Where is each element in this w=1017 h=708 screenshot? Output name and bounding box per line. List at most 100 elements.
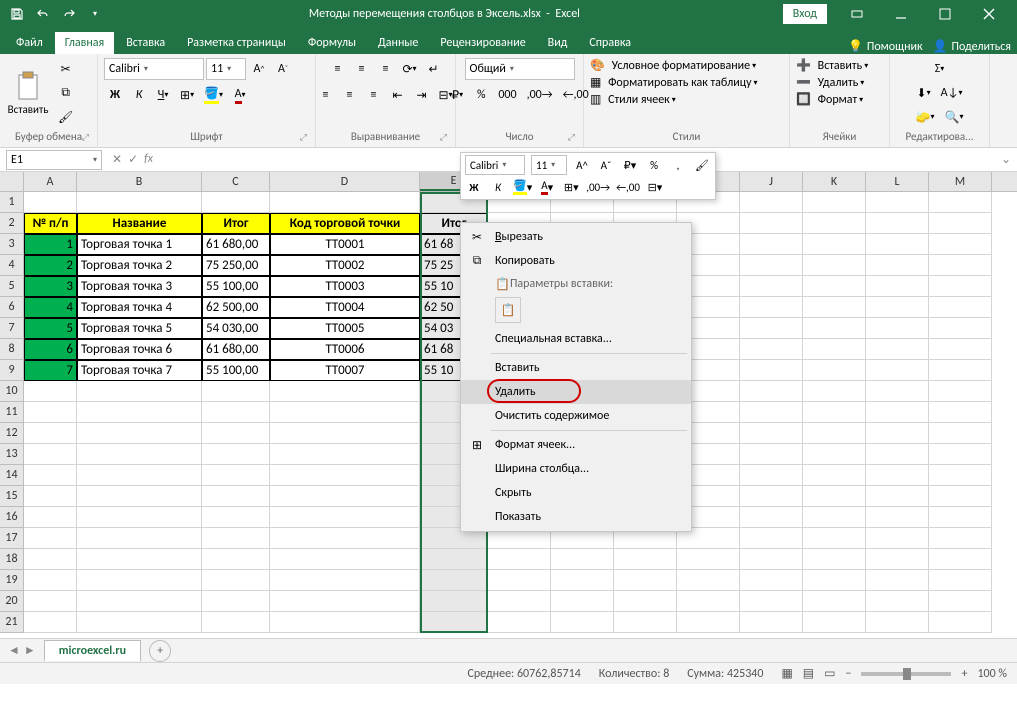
align-center-button[interactable]: ≡ — [338, 84, 360, 106]
cell[interactable] — [614, 549, 677, 570]
cell[interactable]: 54 030,00 — [202, 318, 270, 339]
cell[interactable]: 3 — [24, 276, 77, 297]
cell[interactable] — [740, 360, 803, 381]
cell[interactable]: 61 680,00 — [202, 234, 270, 255]
cell[interactable] — [77, 402, 202, 423]
cell[interactable] — [677, 570, 740, 591]
cell[interactable] — [803, 570, 866, 591]
cell[interactable] — [740, 339, 803, 360]
column-header[interactable]: C — [202, 172, 270, 191]
cell[interactable] — [551, 591, 614, 612]
cell[interactable] — [202, 402, 270, 423]
cell[interactable] — [24, 444, 77, 465]
cell[interactable] — [866, 192, 929, 213]
tab-insert[interactable]: Вставка — [116, 32, 175, 54]
cell[interactable] — [740, 381, 803, 402]
ctx-paste-default[interactable]: 📋 — [495, 297, 521, 323]
cell[interactable] — [866, 297, 929, 318]
row-header[interactable]: 10 — [0, 381, 24, 402]
mini-percent[interactable]: % — [645, 155, 663, 175]
copy-button[interactable]: ⧉ — [54, 82, 77, 104]
align-middle-button[interactable]: ≡ — [350, 58, 372, 80]
cell[interactable]: Итог — [202, 213, 270, 234]
cell[interactable] — [202, 549, 270, 570]
cell[interactable] — [77, 591, 202, 612]
cell[interactable] — [929, 255, 992, 276]
cell[interactable] — [929, 507, 992, 528]
maximize-icon[interactable] — [923, 0, 967, 28]
cell[interactable]: Код торговой точки — [270, 213, 420, 234]
cell[interactable]: 55 100,00 — [202, 360, 270, 381]
cell[interactable] — [740, 297, 803, 318]
cell[interactable] — [488, 591, 551, 612]
cell[interactable]: Торговая точка 4 — [77, 297, 202, 318]
mini-font-combo[interactable]: Calibri▾ — [465, 155, 525, 175]
cell[interactable] — [929, 339, 992, 360]
cell[interactable] — [24, 402, 77, 423]
cell[interactable] — [740, 465, 803, 486]
comma-button[interactable]: 000 — [494, 84, 520, 106]
cell[interactable] — [677, 549, 740, 570]
cell[interactable] — [803, 402, 866, 423]
undo-icon[interactable] — [32, 3, 54, 25]
cell[interactable] — [866, 276, 929, 297]
row-header[interactable]: 15 — [0, 486, 24, 507]
cell[interactable] — [202, 570, 270, 591]
fill-button[interactable]: ⬇▾ — [913, 82, 935, 104]
format-table-button[interactable]: ▦ Форматировать как таблицу▾ — [590, 75, 758, 90]
autosum-button[interactable]: Σ▾ — [929, 58, 951, 80]
cell[interactable] — [740, 549, 803, 570]
cell[interactable] — [803, 255, 866, 276]
tab-formulas[interactable]: Формулы — [298, 32, 366, 54]
cell[interactable] — [929, 402, 992, 423]
cell[interactable]: 1 — [24, 234, 77, 255]
zoom-out-icon[interactable]: − — [845, 667, 851, 681]
cell[interactable] — [803, 465, 866, 486]
cell[interactable] — [24, 612, 77, 633]
cell[interactable] — [420, 612, 488, 633]
cell[interactable] — [551, 570, 614, 591]
mini-currency[interactable]: ₽▾ — [621, 155, 639, 175]
orientation-button[interactable]: ⟳▾ — [398, 58, 420, 80]
cell[interactable] — [202, 612, 270, 633]
tell-me-button[interactable]: 💡Помощник — [848, 39, 923, 54]
cell[interactable] — [551, 549, 614, 570]
row-header[interactable]: 7 — [0, 318, 24, 339]
column-header[interactable]: J — [740, 172, 803, 191]
cell[interactable] — [803, 381, 866, 402]
cell[interactable]: Торговая точка 5 — [77, 318, 202, 339]
cell[interactable] — [803, 213, 866, 234]
cell[interactable] — [270, 591, 420, 612]
zoom-level[interactable]: 100 % — [977, 667, 1007, 681]
mini-format-painter[interactable]: 🖌 — [693, 155, 711, 175]
row-header[interactable]: 21 — [0, 612, 24, 633]
row-header[interactable]: 20 — [0, 591, 24, 612]
cell[interactable] — [740, 255, 803, 276]
cond-format-button[interactable]: 🎨 Условное форматирование▾ — [590, 58, 756, 73]
cell[interactable] — [77, 381, 202, 402]
cell[interactable] — [929, 318, 992, 339]
cell[interactable] — [929, 591, 992, 612]
cell[interactable] — [740, 276, 803, 297]
cell[interactable] — [420, 549, 488, 570]
format-painter-button[interactable]: 🖌 — [54, 106, 77, 128]
cell[interactable]: ТТ0006 — [270, 339, 420, 360]
cell-styles-button[interactable]: ▥ Стили ячеек▾ — [590, 92, 676, 107]
row-header[interactable]: 5 — [0, 276, 24, 297]
cell[interactable] — [803, 192, 866, 213]
cell[interactable] — [614, 612, 677, 633]
row-header[interactable]: 6 — [0, 297, 24, 318]
mini-merge[interactable]: ⊟▾ — [646, 177, 664, 197]
close-icon[interactable] — [967, 0, 1011, 28]
cell[interactable] — [866, 570, 929, 591]
cell[interactable] — [803, 423, 866, 444]
ctx-hide[interactable]: Скрыть — [461, 481, 691, 505]
cell[interactable] — [803, 612, 866, 633]
cell[interactable]: 7 — [24, 360, 77, 381]
cell[interactable] — [929, 297, 992, 318]
cell[interactable] — [740, 444, 803, 465]
cell[interactable]: № п/п — [24, 213, 77, 234]
cell[interactable] — [866, 360, 929, 381]
dialog-launcher-icon[interactable]: ⤢ — [300, 132, 307, 143]
cell[interactable] — [77, 570, 202, 591]
